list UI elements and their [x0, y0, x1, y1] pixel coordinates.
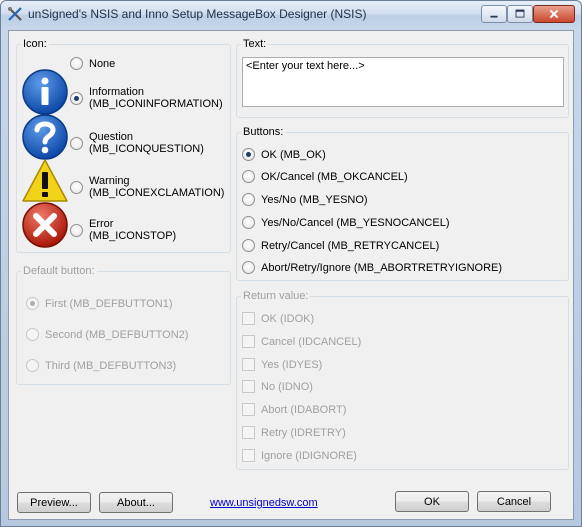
buttons-option-label: Yes/No (MB_YESNO) [261, 193, 368, 206]
default-button-option-second[interactable]: Second (MB_DEFBUTTON2) [26, 328, 188, 341]
icon-option-warning[interactable]: Warning (MB_ICONEXCLAMATION) [70, 175, 224, 199]
checkbox[interactable] [242, 403, 255, 416]
minimize-icon [490, 15, 498, 18]
return-option-label: Ignore (IDIGNORE) [261, 449, 357, 462]
icon-group-legend: Icon: [23, 38, 47, 50]
radio-button[interactable] [26, 359, 39, 372]
information-icon [22, 69, 68, 115]
buttons-option-ok[interactable]: OK (MB_OK) [242, 148, 326, 161]
return-value-group-legend: Return value: [243, 290, 309, 302]
website-link[interactable]: www.unsignedsw.com [210, 497, 318, 509]
minimize-button[interactable] [481, 5, 507, 23]
return-option-idno[interactable]: No (IDNO) [242, 380, 313, 393]
buttons-option-label: Retry/Cancel (MB_RETRYCANCEL) [261, 239, 440, 252]
radio-button[interactable] [242, 148, 255, 161]
warning-icon [22, 159, 68, 202]
buttons-option-yesno[interactable]: Yes/No (MB_YESNO) [242, 193, 368, 206]
checkbox[interactable] [242, 358, 255, 371]
return-option-label: No (IDNO) [261, 380, 313, 393]
return-option-idcancel[interactable]: Cancel (IDCANCEL) [242, 335, 361, 348]
default-button-option-label: Second (MB_DEFBUTTON2) [45, 328, 189, 341]
app-tools-icon [8, 7, 22, 21]
return-option-label: Retry (IDRETRY) [261, 426, 346, 439]
return-option-idretry[interactable]: Retry (IDRETRY) [242, 426, 346, 439]
icon-option-constant: (MB_ICONEXCLAMATION) [89, 187, 225, 199]
message-text-input[interactable]: <Enter your text here...> [242, 57, 564, 107]
text-group-legend: Text: [243, 38, 267, 50]
return-option-idyes[interactable]: Yes (IDYES) [242, 358, 322, 371]
radio-button[interactable] [70, 223, 83, 237]
radio-button[interactable] [242, 216, 255, 229]
title-bar[interactable]: unSigned's NSIS and Inno Setup MessageBo… [1, 1, 581, 28]
buttons-option-abortretryignore[interactable]: Abort/Retry/Ignore (MB_ABORTRETRYIGNORE) [242, 261, 502, 274]
radio-button[interactable] [242, 261, 255, 274]
close-icon [549, 9, 559, 19]
error-icon [22, 202, 68, 248]
icon-option-error[interactable]: Error (MB_ICONSTOP) [70, 218, 176, 242]
return-option-idignore[interactable]: Ignore (IDIGNORE) [242, 449, 357, 462]
icon-option-constant: (MB_ICONQUESTION) [89, 143, 204, 155]
radio-button[interactable] [70, 180, 83, 194]
icon-option-label: Information [89, 86, 145, 98]
ok-button[interactable]: OK [395, 491, 469, 512]
radio-button[interactable] [242, 193, 255, 206]
buttons-option-okcancel[interactable]: OK/Cancel (MB_OKCANCEL) [242, 170, 408, 183]
checkbox[interactable] [242, 380, 255, 393]
buttons-option-label: Abort/Retry/Ignore (MB_ABORTRETRYIGNORE) [261, 261, 503, 274]
default-button-option-third[interactable]: Third (MB_DEFBUTTON3) [26, 359, 176, 372]
icon-option-constant: (MB_ICONSTOP) [89, 230, 177, 242]
icon-option-information[interactable]: Information (MB_ICONINFORMATION) [70, 86, 223, 110]
return-option-label: Yes (IDYES) [261, 358, 323, 371]
icon-option-label: Error [89, 218, 114, 230]
default-button-group-legend: Default button: [23, 265, 95, 277]
checkbox[interactable] [242, 335, 255, 348]
return-option-label: Cancel (IDCANCEL) [261, 335, 362, 348]
icon-option-question[interactable]: Question (MB_ICONQUESTION) [70, 131, 204, 155]
icon-option-label: None [89, 57, 116, 70]
checkbox[interactable] [242, 312, 255, 325]
return-option-idabort[interactable]: Abort (IDABORT) [242, 403, 346, 416]
icon-option-none[interactable]: None [70, 57, 115, 70]
buttons-group-legend: Buttons: [243, 126, 284, 138]
radio-button[interactable] [242, 239, 255, 252]
radio-button[interactable] [70, 91, 83, 105]
app-window: unSigned's NSIS and Inno Setup MessageBo… [0, 0, 582, 527]
return-option-label: OK (IDOK) [261, 312, 315, 325]
icon-option-label: Question [89, 131, 134, 143]
icon-option-constant: (MB_ICONINFORMATION) [89, 98, 223, 110]
default-button-option-first[interactable]: First (MB_DEFBUTTON1) [26, 297, 173, 310]
radio-button[interactable] [70, 57, 83, 70]
buttons-option-label: OK/Cancel (MB_OKCANCEL) [261, 170, 408, 183]
radio-button[interactable] [26, 297, 39, 310]
question-icon [22, 114, 68, 160]
preview-button[interactable]: Preview... [17, 492, 91, 513]
icon-option-label: Warning [89, 175, 130, 187]
close-button[interactable] [533, 5, 575, 23]
return-option-label: Abort (IDABORT) [261, 403, 347, 416]
checkbox[interactable] [242, 426, 255, 439]
radio-button[interactable] [26, 328, 39, 341]
default-button-option-label: Third (MB_DEFBUTTON3) [45, 359, 177, 372]
buttons-option-label: Yes/No/Cancel (MB_YESNOCANCEL) [261, 216, 450, 229]
maximize-button[interactable] [507, 5, 533, 23]
about-button[interactable]: About... [99, 492, 173, 513]
buttons-option-retrycancel[interactable]: Retry/Cancel (MB_RETRYCANCEL) [242, 239, 439, 252]
buttons-option-yesnocancel[interactable]: Yes/No/Cancel (MB_YESNOCANCEL) [242, 216, 450, 229]
checkbox[interactable] [242, 449, 255, 462]
default-button-option-label: First (MB_DEFBUTTON1) [45, 297, 173, 310]
dialog-client-area: Icon: None Information (MB_ICONINFORMATI… [8, 30, 574, 520]
maximize-icon [515, 9, 525, 18]
cancel-button[interactable]: Cancel [477, 491, 551, 512]
radio-button[interactable] [70, 136, 83, 150]
window-title: unSigned's NSIS and Inno Setup MessageBo… [28, 7, 367, 21]
return-option-idok[interactable]: OK (IDOK) [242, 312, 314, 325]
radio-button[interactable] [242, 170, 255, 183]
buttons-option-label: OK (MB_OK) [261, 148, 326, 161]
